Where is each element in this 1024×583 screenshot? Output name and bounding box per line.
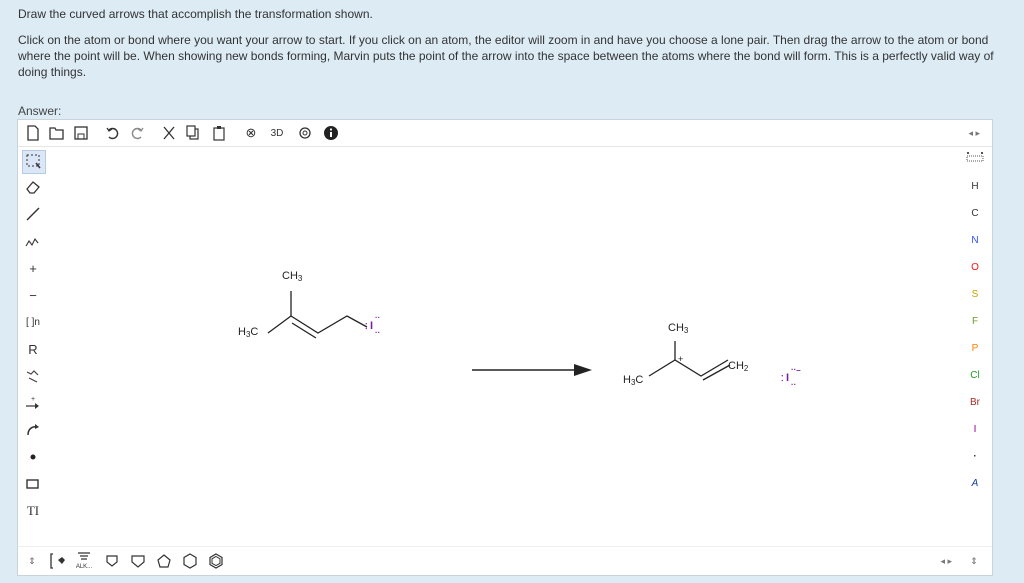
save-icon[interactable] [72,124,90,142]
updown-icon[interactable]: ⇕ [22,551,42,571]
copy-icon[interactable] [184,124,202,142]
element-s[interactable]: S [964,284,986,306]
question-line-1: Draw the curved arrows that accomplish t… [18,7,373,21]
left-toolbar: + − [ ]n R + TI [18,146,46,546]
toolbar-nav-arrows[interactable]: ◂ ▸ [968,128,980,139]
bracket-icon[interactable]: [ ]n [22,311,44,333]
bottom-updown-icon[interactable]: ⇕ [964,551,984,571]
selection-icon[interactable] [22,150,46,174]
reactant-bonds [267,315,368,334]
alkane-template[interactable]: ALK... [74,551,94,571]
top-toolbar: ⊗ 3D ◂ ▸ [18,120,992,147]
answer-label: Answer: [18,104,62,118]
element-a[interactable]: A [964,473,986,495]
reactant-double-bond [291,322,317,339]
benzene-template-icon[interactable] [206,551,226,571]
zoom-icon[interactable]: ⊗ [242,124,260,142]
canvas-drawing [267,291,731,381]
drawing-canvas[interactable]: CH3 H3C ⁚ I ·· ·· CH3 H3C CH2 + ⁚ I ·· ·… [46,146,958,546]
reaction-arrowhead [574,364,592,376]
marvin-editor[interactable]: ⊗ 3D ◂ ▸ + − [ ]n R + TI CH3 H3C ⁚ I ·· … [17,119,993,576]
product-ch2-label: CH2 [728,360,749,373]
product-ch3-label: CH3 [668,322,689,335]
question-text: Draw the curved arrows that accomplish t… [18,6,1003,90]
info-icon[interactable] [322,124,340,142]
hydrogen-icon[interactable] [22,365,44,387]
reactant-h3c-label: H3C [238,326,259,339]
text-icon[interactable]: TI [22,500,44,522]
periodic-table-icon[interactable] [964,150,986,172]
shape-icon[interactable] [22,473,44,495]
question-line-2: Click on the atom or bond where you want… [18,33,994,79]
reaction-arrow-icon[interactable]: + [22,392,44,414]
element-p[interactable]: P [964,338,986,360]
bottom-nav-arrows[interactable]: ◂ ▸ [940,556,952,567]
curved-arrow-icon[interactable] [22,419,44,441]
plus-charge-icon[interactable]: + [22,257,44,279]
product-h3c-label: H3C [623,374,644,387]
settings-icon[interactable] [296,124,314,142]
eraser-icon[interactable] [22,176,44,198]
reactant-ch3-label: CH3 [282,270,303,283]
product-carbocation-charge: + [678,354,684,364]
open-folder-icon[interactable] [48,124,66,142]
redo-icon[interactable] [128,124,146,142]
bottom-toolbar: ⇕ ALK... ◂ ▸ ⇕ [18,546,992,575]
element-dot[interactable]: · [964,446,986,468]
alkane-label: ALK... [75,564,93,570]
3d-icon[interactable]: 3D [268,124,286,142]
cyclohexane-template-icon[interactable] [180,551,200,571]
new-document-icon[interactable] [24,124,42,142]
svg-text:+: + [31,396,35,403]
element-n[interactable]: N [964,230,986,252]
reactant-iodine-atom[interactable]: ⁚ I ·· ·· [365,313,380,337]
chain-icon[interactable] [22,230,44,252]
element-br[interactable]: Br [964,392,986,414]
product-iodide-ion[interactable]: ⁚ I ·· ·· − [781,365,801,389]
element-c[interactable]: C [964,203,986,225]
template-bracket-icon[interactable] [48,551,68,571]
element-h[interactable]: H [964,176,986,198]
radical-icon[interactable] [22,446,44,468]
element-i[interactable]: I [964,419,986,441]
undo-icon[interactable] [104,124,122,142]
cut-icon[interactable] [160,124,178,142]
element-cl[interactable]: Cl [964,365,986,387]
element-o[interactable]: O [964,257,986,279]
periodic-toolbar: H C N O S F P Cl Br I · A [958,146,992,546]
r-group-icon[interactable]: R [22,338,44,360]
product-bonds [648,359,729,377]
cyclopropane-template-icon[interactable] [128,551,148,571]
cyclopentane-template-icon[interactable] [154,551,174,571]
paste-icon[interactable] [210,124,228,142]
pyrrole-template-icon[interactable] [102,551,122,571]
element-f[interactable]: F [964,311,986,333]
minus-charge-icon[interactable]: − [22,284,44,306]
single-bond-icon[interactable] [22,203,44,225]
